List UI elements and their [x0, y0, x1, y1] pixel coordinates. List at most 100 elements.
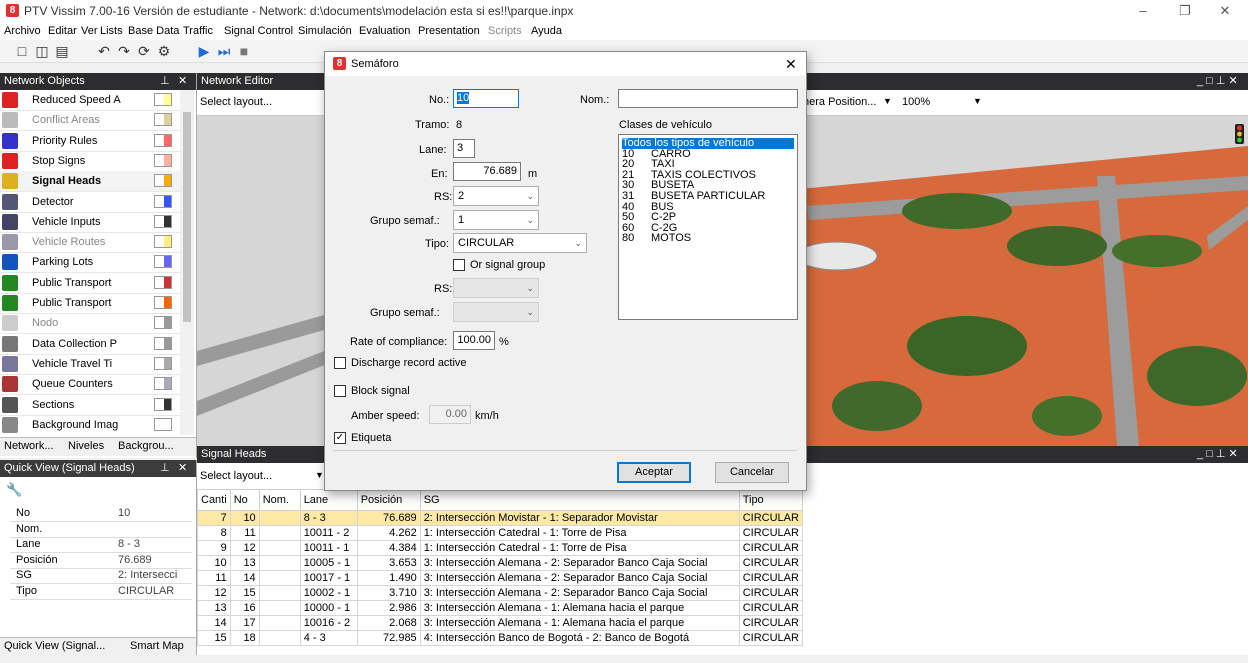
table-row[interactable]: 8 11 10011 - 2 4.262 1: Intersección Catedra…: [197, 525, 803, 541]
column-header[interactable]: No: [229, 489, 260, 511]
network-object-item[interactable]: Parking Lots: [0, 252, 180, 274]
quick-view-row[interactable]: Posición 76.689: [10, 553, 192, 569]
table-row[interactable]: 9 12 10011 - 1 4.384 1: Intersección Catedra…: [197, 540, 803, 556]
table-row[interactable]: 12 15 10002 - 1 3.710 3: Intersección Aleman…: [197, 585, 803, 601]
no-input[interactable]: 10: [453, 89, 519, 108]
quick-view-row[interactable]: Nom.: [10, 522, 192, 538]
vehicle-class-item[interactable]: 80 MOTOS: [622, 233, 691, 244]
discharge-record-checkbox[interactable]: [334, 357, 346, 369]
etiqueta-checkbox[interactable]: ✓: [334, 432, 346, 444]
open-folder-icon[interactable]: ◫: [34, 43, 50, 59]
network-object-item[interactable]: Conflict Areas: [0, 110, 180, 132]
compliance-input[interactable]: 100.00: [453, 331, 495, 350]
network-object-item[interactable]: Public Transport: [0, 293, 180, 314]
network-object-item[interactable]: Vehicle Inputs: [0, 212, 180, 233]
menu-traffic[interactable]: Traffic: [183, 25, 213, 37]
color-swatch[interactable]: [154, 377, 172, 391]
close-icon[interactable]: ✕: [785, 56, 797, 73]
restore-icon[interactable]: ❐: [1165, 2, 1205, 20]
network-object-item[interactable]: Priority Rules: [0, 131, 180, 152]
block-signal-checkbox[interactable]: [334, 385, 346, 397]
new-file-icon[interactable]: □: [14, 43, 30, 59]
table-row[interactable]: 10 13 10005 - 1 3.653 3: Intersección Aleman…: [197, 555, 803, 571]
menu-signal-control[interactable]: Signal Control: [224, 25, 293, 37]
scrollbar-thumb[interactable]: [183, 112, 191, 322]
vehicle-classes-list[interactable]: Todos los tipos de vehículo 10 CARRO 20 TAXI…: [618, 134, 798, 320]
settings-icon[interactable]: ⚙: [156, 43, 172, 59]
close-panel-icon[interactable]: ✕: [178, 73, 187, 90]
network-object-item[interactable]: Stop Signs: [0, 151, 180, 172]
minimize-panel-icon[interactable]: _ □ ⊥ ✕: [1197, 73, 1238, 90]
color-swatch[interactable]: [154, 153, 172, 167]
table-row[interactable]: 11 14 10017 - 1 1.490 3: Intersección Aleman…: [197, 570, 803, 586]
pin-icon[interactable]: ⊥: [160, 73, 170, 90]
undo-icon[interactable]: ↶: [96, 43, 112, 59]
lane-input[interactable]: 3: [453, 139, 475, 158]
stop-icon[interactable]: ■: [236, 43, 252, 59]
close-panel-icon[interactable]: ✕: [178, 460, 187, 477]
cancelar-button[interactable]: Cancelar: [715, 462, 789, 483]
network-object-item[interactable]: Detector: [0, 192, 180, 213]
chevron-down-icon[interactable]: ▼: [973, 96, 982, 106]
menu-ayuda[interactable]: Ayuda: [531, 25, 562, 37]
color-swatch[interactable]: [154, 336, 172, 350]
color-swatch[interactable]: [154, 255, 172, 269]
menu-base-data[interactable]: Base Data: [128, 25, 179, 37]
network-object-item[interactable]: Signal Heads: [0, 171, 180, 193]
quick-view-row[interactable]: SG 2: Intersecci: [10, 568, 192, 584]
quick-view-row[interactable]: No 10: [10, 506, 192, 522]
color-swatch[interactable]: [154, 296, 172, 309]
close-window-icon[interactable]: ✕: [1205, 2, 1245, 20]
tab-niveles[interactable]: Niveles: [68, 440, 104, 452]
tab-quick-view[interactable]: Quick View (Signal...: [4, 640, 105, 652]
play-icon[interactable]: ▶: [196, 43, 212, 59]
table-row[interactable]: 14 17 10016 - 2 2.068 3: Intersección Aleman…: [197, 615, 803, 631]
quick-view-row[interactable]: Tipo CIRCULAR: [10, 584, 192, 600]
network-object-item[interactable]: Public Transport: [0, 273, 180, 294]
menu-scripts[interactable]: Scripts: [488, 25, 522, 37]
menu-presentation[interactable]: Presentation: [418, 25, 480, 37]
color-swatch[interactable]: [154, 194, 172, 208]
nom-input[interactable]: [618, 89, 798, 108]
quick-view-row[interactable]: Lane 8 - 3: [10, 537, 192, 553]
menu-evaluation[interactable]: Evaluation: [359, 25, 410, 37]
color-swatch[interactable]: [154, 275, 172, 289]
en-input[interactable]: 76.689: [453, 162, 521, 181]
minimize-icon[interactable]: –: [1123, 2, 1163, 20]
column-header[interactable]: Nom.: [258, 489, 301, 511]
column-header[interactable]: Posición: [356, 489, 421, 511]
network-object-item[interactable]: Nodo: [0, 313, 180, 335]
aceptar-button[interactable]: Aceptar: [617, 462, 691, 483]
menu-simulacion[interactable]: Simulación: [298, 25, 352, 37]
zoom-select[interactable]: 100%: [902, 96, 930, 108]
column-header[interactable]: Canti: [197, 489, 231, 511]
scrollbar[interactable]: [180, 90, 194, 435]
table-row[interactable]: 7 10 8 - 3 76.689 2: Intersección Movistar -…: [197, 510, 803, 526]
layout-select[interactable]: Select layout...: [200, 96, 272, 108]
column-header[interactable]: SG: [419, 489, 740, 511]
column-header[interactable]: Lane: [299, 489, 358, 511]
chevron-down-icon[interactable]: ▼: [315, 470, 324, 480]
network-object-item[interactable]: Queue Counters: [0, 374, 180, 396]
menu-ver[interactable]: Ver: [81, 25, 98, 37]
grupo-semaf-select[interactable]: 1 ⌄: [453, 210, 539, 230]
network-object-item[interactable]: Sections: [0, 395, 180, 416]
redo-icon[interactable]: ↷: [116, 43, 132, 59]
color-swatch[interactable]: [154, 417, 172, 431]
vehicle-class-item[interactable]: 31 BUSETA PARTICULAR: [622, 191, 765, 202]
step-icon[interactable]: ⏭: [216, 43, 232, 59]
menu-archivo[interactable]: Archivo: [4, 25, 41, 37]
color-swatch[interactable]: [154, 397, 172, 411]
color-swatch[interactable]: [154, 316, 172, 330]
tab-background[interactable]: Backgrou...: [118, 440, 174, 452]
menu-editar[interactable]: Editar: [48, 25, 77, 37]
color-swatch[interactable]: [154, 356, 172, 370]
chevron-down-icon[interactable]: ▼: [883, 96, 892, 106]
tab-smart-map[interactable]: Smart Map: [130, 640, 184, 652]
or-signal-group-checkbox[interactable]: [453, 259, 465, 271]
network-object-item[interactable]: Vehicle Travel Ti: [0, 354, 180, 375]
layout-select[interactable]: Select layout...: [200, 470, 272, 482]
column-header[interactable]: Tipo: [738, 489, 803, 511]
color-swatch[interactable]: [154, 235, 172, 249]
table-row[interactable]: 15 18 4 - 3 72.985 4: Intersección Banco de …: [197, 630, 803, 646]
